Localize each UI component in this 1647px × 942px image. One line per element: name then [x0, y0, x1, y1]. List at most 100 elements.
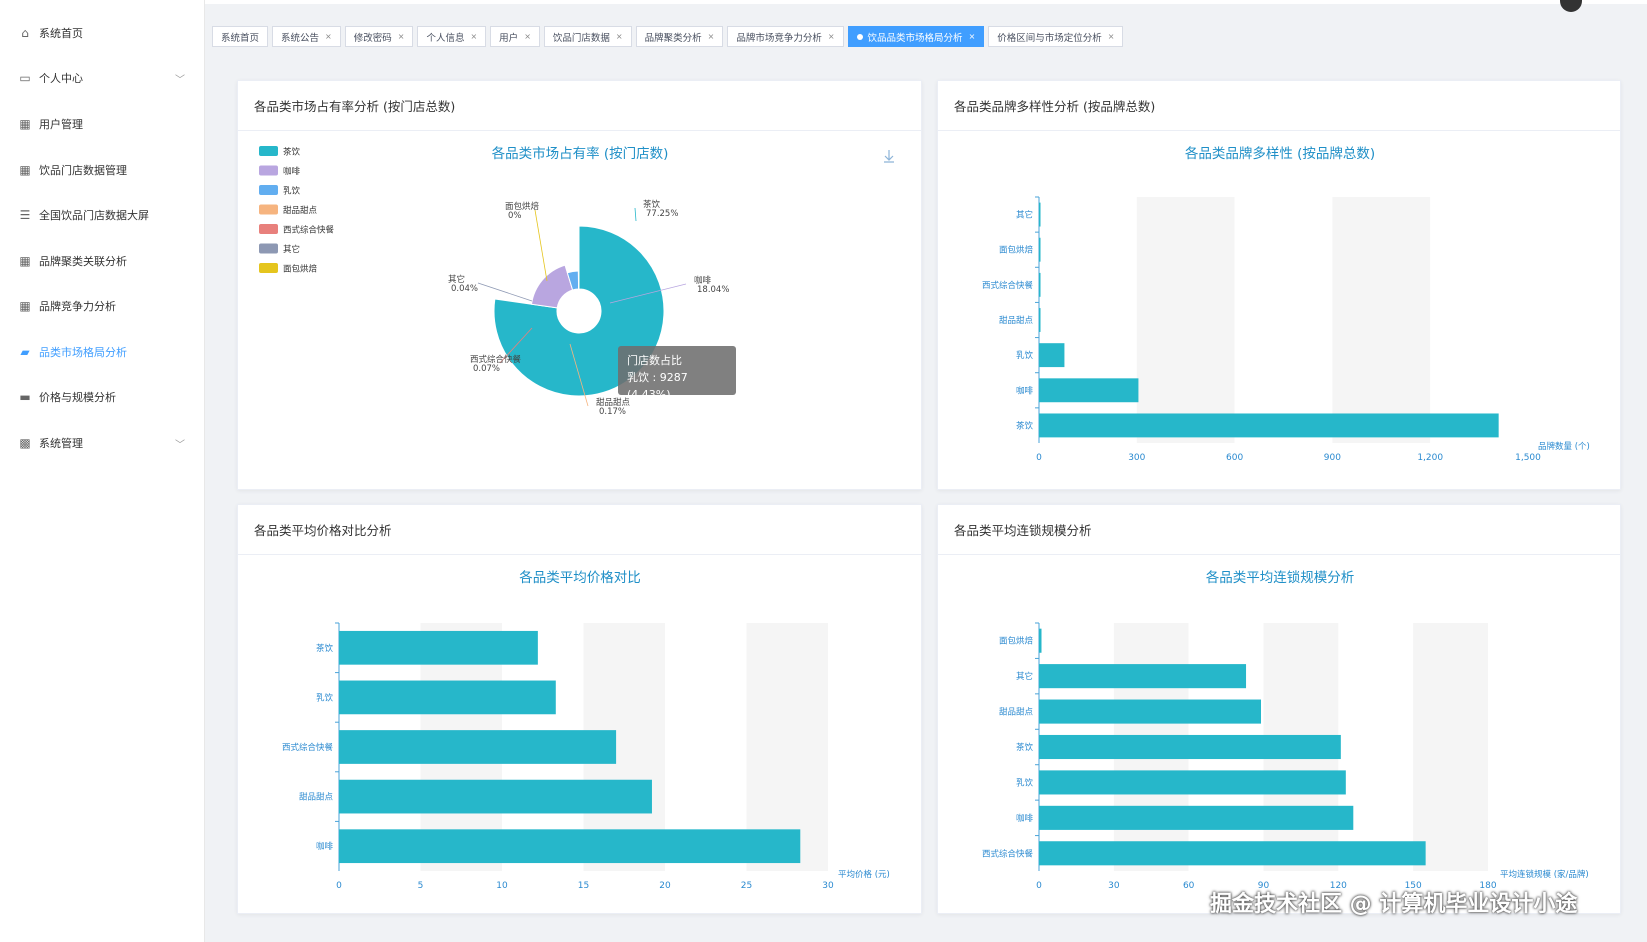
sidebar: ⌂ 系统首页 ▭ 个人中心 ﹀ ▦ 用户管理 ▦ 饮品门店数据管理 ☰ 全国饮品… — [0, 0, 205, 942]
y-tick-label: 咖啡 — [1016, 813, 1034, 824]
y-tick-label: 茶饮 — [316, 643, 334, 654]
x-tick-label: 30 — [1108, 881, 1120, 891]
legend-swatch — [259, 146, 278, 156]
market-share-pie-chart: 各品类市场占有率 (按门店数)茶饮咖啡乳饮甜品甜点西式综合快餐其它面包烘焙茶饮7… — [259, 145, 894, 417]
close-icon[interactable]: × — [616, 32, 623, 41]
close-icon[interactable]: × — [828, 32, 835, 41]
home-icon: ⌂ — [21, 26, 29, 40]
tab-category-market[interactable]: 饮品品类市场格局分析 × — [847, 26, 985, 47]
tab-user[interactable]: 用户 × — [490, 26, 540, 47]
sidebar-item-brand-cluster[interactable]: ▦ 品牌聚类关联分析 — [0, 241, 205, 281]
close-icon[interactable]: × — [1108, 32, 1115, 41]
bar — [1039, 628, 1042, 653]
sidebar-item-category-market[interactable]: ▰ 品类市场格局分析 — [0, 332, 205, 372]
tab-password[interactable]: 修改密码 × — [344, 26, 414, 47]
y-tick-label: 咖啡 — [1016, 385, 1034, 396]
close-icon[interactable]: × — [398, 32, 405, 41]
avg-price-bar-chart: 各品类平均价格对比 0 5 10 15 20 25 30 平均价格 (元) 茶饮乳饮西式综合快餐甜… — [282, 570, 890, 891]
close-icon[interactable]: × — [969, 32, 976, 41]
tab-label: 用户 — [499, 32, 519, 44]
sidebar-item-dashboard[interactable]: ☰ 全国饮品门店数据大屏 — [0, 195, 205, 235]
download-icon — [884, 150, 894, 163]
watermark: 掘金技术社区 @ 计算机毕业设计小途 — [1210, 892, 1578, 917]
tab-label: 品牌市场竞争力分析 — [736, 32, 822, 44]
grid-band — [1430, 197, 1528, 443]
bar — [1039, 237, 1041, 262]
sidebar-item-store-data[interactable]: ▦ 饮品门店数据管理 — [0, 150, 205, 190]
bar — [1039, 413, 1499, 438]
legend-swatch — [259, 263, 278, 273]
bar — [1039, 272, 1041, 297]
chevron-down-icon: ﹀ — [175, 439, 185, 451]
tab-brand-competition[interactable]: 品牌市场竞争力分析 × — [727, 26, 844, 47]
label-leader-line — [534, 209, 548, 282]
slice-value-label: 77.25% — [646, 209, 678, 219]
y-tick-label: 咖啡 — [316, 841, 334, 852]
sidebar-item-brand-competition[interactable]: ▦ 品牌竞争力分析 — [0, 286, 205, 326]
tab-label: 修改密码 — [353, 32, 392, 44]
sidebar-item-personal[interactable]: ▭ 个人中心 ﹀ — [0, 58, 205, 98]
sidebar-item-system[interactable]: ▩ 系统管理 ﹀ — [0, 423, 205, 463]
x-axis-label: 平均连锁规模 (家/品牌) — [1500, 869, 1589, 880]
brand-diversity-bar-chart: 各品类品牌多样性 (按品牌总数) 0 300 600 900 1,200 1,500品牌数量… — [982, 145, 1590, 463]
bar — [1039, 770, 1346, 795]
y-tick-label: 茶饮 — [1016, 742, 1034, 753]
user-avatar[interactable] — [1560, 0, 1582, 12]
x-tick-label: 1,200 — [1417, 453, 1443, 463]
bar — [339, 730, 617, 764]
chat-icon: ▰ — [20, 345, 30, 359]
y-tick-label: 其它 — [1016, 671, 1033, 682]
tab-price-range[interactable]: 价格区间与市场定位分析 × — [988, 26, 1124, 47]
tab-profile[interactable]: 个人信息 × — [417, 26, 487, 47]
x-tick-label: 60 — [1183, 881, 1195, 891]
tab-announcement[interactable]: 系统公告 × — [272, 26, 341, 47]
slice-value-label: 0.04% — [451, 284, 478, 294]
monitor-icon: ▬ — [19, 390, 31, 404]
label-leader-line — [634, 207, 637, 222]
y-tick-label: 其它 — [1016, 210, 1033, 221]
card-avg-price: 各品类平均价格对比分析 各品类平均价格对比 0 5 10 15 20 25 30 平均价格 (元… — [237, 504, 922, 914]
y-tick-label: 西式综合快餐 — [982, 280, 1034, 291]
y-tick-label: 面包烘焙 — [999, 245, 1034, 256]
bar — [1039, 699, 1262, 724]
sidebar-item-label: 用户管理 — [39, 118, 83, 131]
chain-scale-bar-chart: 各品类平均连锁规模分析0 30 60 90 120 150 180平均连锁规模 (家/品牌)… — [982, 570, 1589, 891]
y-tick-label: 西式综合快餐 — [982, 848, 1034, 859]
bar — [1039, 664, 1247, 689]
grid-band — [1136, 197, 1235, 443]
legend-label: 面包烘焙 — [283, 264, 318, 275]
legend-label: 甜品甜点 — [283, 205, 318, 216]
tab-store-data[interactable]: 饮品门店数据 × — [543, 26, 632, 47]
grid-band — [1234, 197, 1333, 443]
sidebar-item-label: 品牌竞争力分析 — [39, 300, 116, 313]
sidebar-item-home[interactable]: ⌂ 系统首页 — [0, 13, 205, 53]
legend-label: 茶饮 — [283, 147, 301, 158]
bar — [1039, 734, 1341, 760]
legend-swatch — [259, 204, 278, 215]
y-tick-label: 乳饮 — [316, 692, 334, 703]
sidebar-item-price-scale[interactable]: ▬ 价格与规模分析 — [0, 377, 205, 417]
close-icon[interactable]: × — [708, 32, 715, 41]
bar — [1039, 202, 1041, 227]
tooltip-title: 门店数占比 — [627, 354, 682, 367]
close-icon[interactable]: × — [470, 32, 477, 41]
y-tick-label: 乳饮 — [1016, 350, 1034, 361]
grid-band — [1332, 197, 1431, 443]
bar — [1039, 805, 1354, 830]
tab-brand-cluster[interactable]: 品牌聚类分析 × — [635, 26, 724, 47]
chart-tooltip: 门店数占比 乳饮 : 9287 (4.43%) — [618, 346, 736, 401]
close-icon[interactable]: × — [524, 32, 531, 41]
tab-label: 个人信息 — [426, 32, 465, 44]
x-tick-label: 30 — [822, 881, 834, 891]
legend-swatch — [259, 165, 278, 176]
y-tick-label: 甜品甜点 — [299, 792, 334, 803]
tab-label: 品牌聚类分析 — [644, 32, 702, 44]
close-icon[interactable]: × — [325, 32, 332, 41]
legend-label: 乳饮 — [283, 186, 301, 197]
sidebar-item-users[interactable]: ▦ 用户管理 — [0, 104, 205, 144]
tab-home[interactable]: 系统首页 — [212, 26, 269, 47]
tooltip-value: 乳饮 : 9287 (4.43%) — [627, 371, 688, 401]
card-brand-diversity: 各品类品牌多样性分析 (按品牌总数) 各品类品牌多样性 (按品牌总数) 0 300 6… — [937, 80, 1621, 490]
sidebar-item-label: 品类市场格局分析 — [39, 346, 127, 359]
x-tick-label: 10 — [496, 881, 508, 891]
